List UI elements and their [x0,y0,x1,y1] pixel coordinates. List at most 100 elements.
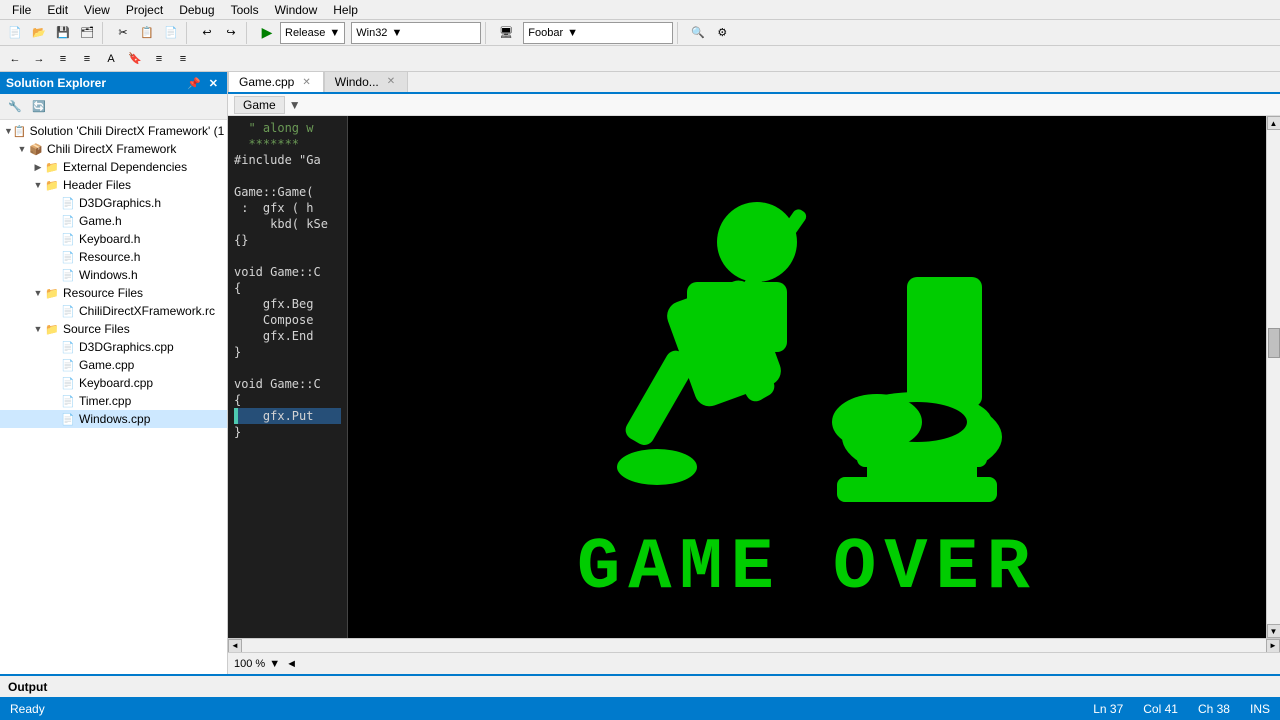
se-project-item[interactable]: ▼ 📦 Chili DirectX Framework [0,140,227,158]
menu-window[interactable]: Window [267,1,326,19]
timer-cpp-label: Timer.cpp [79,394,131,408]
forward-button[interactable]: → [28,48,50,70]
save-button[interactable]: 💾 [52,22,74,44]
list-button[interactable]: ≡ [148,48,170,70]
se-resource-files-item[interactable]: ▼ 📁 Resource Files [0,284,227,302]
settings-button[interactable]: ⚙ [711,22,733,44]
ext-dep-arrow[interactable]: ▶ [32,161,44,173]
se-source-files-item[interactable]: ▼ 📁 Source Files [0,320,227,338]
menu-project[interactable]: Project [118,1,171,19]
se-d3dgraphics-h-item[interactable]: 📄 D3DGraphics.h [0,194,227,212]
scroll-down-button[interactable]: ▼ [1267,624,1280,638]
se-properties-button[interactable]: 🔧 [4,96,26,118]
svg-text:GAME OVER: GAME OVER [577,527,1038,609]
menu-debug[interactable]: Debug [171,1,222,19]
se-resource-h-item[interactable]: 📄 Resource.h [0,248,227,266]
se-timer-cpp-item[interactable]: 📄 Timer.cpp [0,392,227,410]
code-line-13: Compose [234,312,341,328]
se-close-icon[interactable]: ✕ [206,76,221,91]
run-button[interactable]: ▶ [256,22,278,44]
scroll-track[interactable] [1267,130,1280,624]
se-header-files-item[interactable]: ▼ 📁 Header Files [0,176,227,194]
device-button[interactable]: 🖥 [495,22,517,44]
comment-button[interactable]: A [100,48,122,70]
tab-windows-close[interactable]: ✕ [385,76,397,87]
list2-button[interactable]: ≡ [172,48,194,70]
se-keyboard-cpp-item[interactable]: 📄 Keyboard.cpp [0,374,227,392]
resource-files-icon: 📁 [44,285,60,301]
chili-rc-label: ChiliDirectXFramework.rc [79,304,215,318]
project-dropdown[interactable]: Foobar ▼ [523,22,673,44]
se-tree: ▼ 📋 Solution 'Chili DirectX Framework' (… [0,120,227,674]
menu-edit[interactable]: Edit [39,1,76,19]
redo-button[interactable]: ↪ [220,22,242,44]
status-bar: Ready Ln 37 Col 41 Ch 38 INS [0,697,1280,720]
indent-button[interactable]: ≡ [52,48,74,70]
se-d3dgraphics-cpp-item[interactable]: 📄 D3DGraphics.cpp [0,338,227,356]
cpp-file5-icon: 📄 [60,411,76,427]
find-button[interactable]: 🔍 [687,22,709,44]
hscroll-left-button[interactable]: ◄ [228,639,242,653]
menu-bar: File Edit View Project Debug Tools Windo… [0,0,1280,20]
source-files-icon: 📁 [44,321,60,337]
solution-explorer-title: Solution Explorer [6,76,106,90]
tab-game-cpp-close[interactable]: ✕ [300,77,312,88]
code-line-2: ******* [234,136,341,152]
nav-chevron: ▼ [289,98,301,112]
right-scrollbar[interactable]: ▲ ▼ [1266,116,1280,638]
open-button[interactable]: 📂 [28,22,50,44]
solution-arrow[interactable]: ▼ [4,125,13,137]
build-config-dropdown[interactable]: Release ▼ [280,22,345,44]
code-line-4 [234,168,341,184]
platform-dropdown[interactable]: Win32 ▼ [351,22,481,44]
copy-button[interactable]: 📋 [136,22,158,44]
cut-button[interactable]: ✂ [112,22,134,44]
menu-file[interactable]: File [4,1,39,19]
scroll-thumb[interactable] [1268,328,1280,358]
hscroll-right-button[interactable]: ► [1266,639,1280,653]
project-arrow[interactable]: ▼ [16,143,28,155]
tab-game-cpp[interactable]: Game.cpp ✕ [228,72,324,92]
se-pin-icon[interactable]: 📌 [184,76,204,91]
h-file4-icon: 📄 [60,249,76,265]
source-files-arrow[interactable]: ▼ [32,323,44,335]
cpp-file1-icon: 📄 [60,339,76,355]
status-ch: Ch 38 [1198,702,1230,716]
scroll-up-button[interactable]: ▲ [1267,116,1280,130]
menu-view[interactable]: View [76,1,118,19]
zoom-dropdown-icon[interactable]: ▼ [269,658,280,670]
header-files-arrow[interactable]: ▼ [32,179,44,191]
code-editor[interactable]: " along w ******* #include "Ga Game::Gam… [228,116,348,638]
windows-h-spacer [48,269,60,281]
se-windows-cpp-item[interactable]: 📄 Windows.cpp [0,410,227,428]
secondary-toolbar: ← → ≡ ≡ A 🔖 ≡ ≡ [0,46,1280,72]
se-windows-h-item[interactable]: 📄 Windows.h [0,266,227,284]
back-button[interactable]: ← [4,48,26,70]
paste-button[interactable]: 📄 [160,22,182,44]
menu-help[interactable]: Help [325,1,366,19]
unindent-button[interactable]: ≡ [76,48,98,70]
menu-tools[interactable]: Tools [223,1,267,19]
se-keyboard-h-item[interactable]: 📄 Keyboard.h [0,230,227,248]
se-header-icons: 📌 ✕ [184,76,221,91]
game-over-svg: GAME OVER [527,127,1087,627]
undo-button[interactable]: ↩ [196,22,218,44]
code-line-20: } [234,424,341,440]
bookmark-button[interactable]: 🔖 [124,48,146,70]
se-refresh-button[interactable]: 🔄 [28,96,50,118]
se-game-h-item[interactable]: 📄 Game.h [0,212,227,230]
zoom-reset-button[interactable]: ◄ [286,658,297,670]
new-file-button[interactable]: 📄 [4,22,26,44]
tab-windows[interactable]: Windo... ✕ [324,72,408,92]
se-game-cpp-item[interactable]: 📄 Game.cpp [0,356,227,374]
se-solution-item[interactable]: ▼ 📋 Solution 'Chili DirectX Framework' (… [0,122,227,140]
resource-files-arrow[interactable]: ▼ [32,287,44,299]
toolbar-sep-2 [186,22,192,44]
save-all-button[interactable]: 🗂 [76,22,98,44]
se-chili-rc-item[interactable]: 📄 ChiliDirectXFramework.rc [0,302,227,320]
nav-dropdown-label[interactable]: Game [234,96,285,114]
resource-files-label: Resource Files [63,286,143,300]
bottom-scrollbar: ◄ ► [228,638,1280,652]
se-external-deps-item[interactable]: ▶ 📁 External Dependencies [0,158,227,176]
hscroll-track[interactable] [242,639,1266,653]
